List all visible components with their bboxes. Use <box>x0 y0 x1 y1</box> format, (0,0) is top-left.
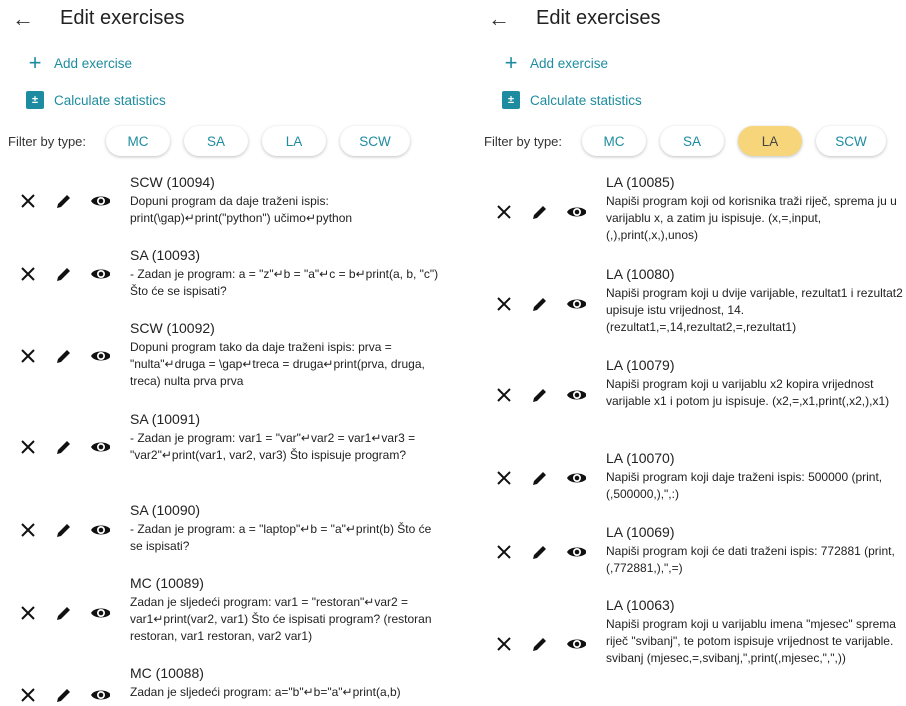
eye-icon[interactable] <box>566 542 586 562</box>
add-exercise-label: Add exercise <box>530 55 609 71</box>
item-description: Dopuni program da daje traženi ispis: pr… <box>130 194 353 225</box>
add-exercise-button[interactable]: + Add exercise <box>26 50 133 75</box>
eye-icon[interactable] <box>566 294 586 314</box>
item-title: SA (10090) <box>130 502 201 518</box>
eye-icon[interactable] <box>90 685 110 705</box>
item-description: Napiši program koji u varijablu x2 kopir… <box>606 377 890 408</box>
pencil-icon[interactable] <box>54 346 74 366</box>
item-title: LA (10069) <box>606 524 675 540</box>
eye-icon[interactable] <box>90 520 110 540</box>
close-icon[interactable] <box>18 685 38 705</box>
eye-icon[interactable] <box>90 191 110 211</box>
back-arrow-icon[interactable]: ← <box>12 6 34 32</box>
calculator-icon: ± <box>26 91 44 109</box>
app-bar: ← Edit exercises <box>0 0 440 38</box>
item-title: LA (10079) <box>606 357 675 373</box>
page-title: Edit exercises <box>536 7 661 29</box>
pencil-icon[interactable] <box>54 603 74 623</box>
item-title: SCW (10092) <box>130 320 215 336</box>
item-title: LA (10063) <box>606 597 675 613</box>
pencil-icon[interactable] <box>54 264 74 284</box>
close-icon[interactable] <box>18 191 38 211</box>
chip-sa[interactable]: SA <box>660 126 725 156</box>
filter-bar: Filter by type: MC SA LA SCW <box>8 126 424 156</box>
filter-label: Filter by type: <box>484 133 563 149</box>
item-description: Zadan je sljedeći program: var1 = "resto… <box>130 595 432 643</box>
item-description: Napiši program koji u dvije varijable, r… <box>606 286 903 334</box>
plus-icon: + <box>28 50 42 75</box>
eye-icon[interactable] <box>566 202 586 222</box>
chip-la[interactable]: LA <box>262 126 327 156</box>
chip-scw[interactable]: SCW <box>340 126 411 156</box>
pencil-icon[interactable] <box>530 294 550 314</box>
item-title: SA (10093) <box>130 247 201 263</box>
pencil-icon[interactable] <box>54 520 74 540</box>
item-description: Napiši program koji daje traženi ispis: … <box>606 470 883 501</box>
item-description: - Zadan je program: a = "laptop"↵b = "a"… <box>130 522 432 553</box>
calculator-icon: ± <box>502 91 520 109</box>
close-icon[interactable] <box>18 437 38 457</box>
close-icon[interactable] <box>494 202 514 222</box>
close-icon[interactable] <box>18 603 38 623</box>
right-panel: ← Edit exercises + Add exercise ± Calcul… <box>476 0 906 706</box>
pencil-icon[interactable] <box>54 437 74 457</box>
item-description: Dopuni program tako da daje traženi ispi… <box>130 340 425 388</box>
pencil-icon[interactable] <box>530 542 550 562</box>
close-icon[interactable] <box>494 634 514 654</box>
pencil-icon[interactable] <box>54 191 74 211</box>
plus-icon: + <box>504 50 518 75</box>
item-title: MC (10089) <box>130 575 204 591</box>
item-description: Napiši program koji od korisnika traži r… <box>606 194 897 242</box>
calculate-statistics-label: Calculate statistics <box>530 92 642 108</box>
close-icon[interactable] <box>18 346 38 366</box>
item-description: Napiši program koji u varijablu imena "m… <box>606 617 896 665</box>
left-panel: ← Edit exercises + Add exercise ± Calcul… <box>0 0 440 706</box>
item-description: Napiši program koji će dati traženi ispi… <box>606 544 895 575</box>
pencil-icon[interactable] <box>530 385 550 405</box>
chip-la[interactable]: LA <box>738 126 803 156</box>
calculate-statistics-button[interactable]: ± Calculate statistics <box>26 91 166 109</box>
app-bar: ← Edit exercises <box>476 0 906 38</box>
close-icon[interactable] <box>494 468 514 488</box>
calculate-statistics-label: Calculate statistics <box>54 92 166 108</box>
eye-icon[interactable] <box>566 385 586 405</box>
eye-icon[interactable] <box>90 437 110 457</box>
chip-mc[interactable]: MC <box>582 126 647 156</box>
item-title: MC (10088) <box>130 665 204 681</box>
close-icon[interactable] <box>494 385 514 405</box>
close-icon[interactable] <box>494 542 514 562</box>
item-title: LA (10080) <box>606 266 675 282</box>
back-arrow-icon[interactable]: ← <box>488 6 510 32</box>
pencil-icon[interactable] <box>54 685 74 705</box>
pencil-icon[interactable] <box>530 468 550 488</box>
eye-icon[interactable] <box>566 634 586 654</box>
item-title: SCW (10094) <box>130 174 215 190</box>
chip-mc[interactable]: MC <box>106 126 171 156</box>
pencil-icon[interactable] <box>530 202 550 222</box>
calculate-statistics-button[interactable]: ± Calculate statistics <box>502 91 642 109</box>
chip-sa[interactable]: SA <box>184 126 249 156</box>
eye-icon[interactable] <box>566 468 586 488</box>
filter-label: Filter by type: <box>8 133 87 149</box>
add-exercise-label: Add exercise <box>54 55 133 71</box>
item-description: Zadan je sljedeći program: a="b"↵b="a"↵p… <box>130 685 401 699</box>
close-icon[interactable] <box>494 294 514 314</box>
chip-scw[interactable]: SCW <box>816 126 887 156</box>
filter-bar: Filter by type: MC SA LA SCW <box>484 126 900 156</box>
item-description: - Zadan je program: a = "z"↵b = "a"↵c = … <box>130 267 439 298</box>
pencil-icon[interactable] <box>530 634 550 654</box>
item-title: SA (10091) <box>130 411 201 427</box>
page-title: Edit exercises <box>60 7 185 29</box>
eye-icon[interactable] <box>90 603 110 623</box>
close-icon[interactable] <box>18 520 38 540</box>
close-icon[interactable] <box>18 264 38 284</box>
add-exercise-button[interactable]: + Add exercise <box>502 50 609 75</box>
item-title: LA (10085) <box>606 174 675 190</box>
eye-icon[interactable] <box>90 264 110 284</box>
eye-icon[interactable] <box>90 346 110 366</box>
item-description: - Zadan je program: var1 = "var"↵var2 = … <box>130 431 416 462</box>
item-title: LA (10070) <box>606 450 675 466</box>
